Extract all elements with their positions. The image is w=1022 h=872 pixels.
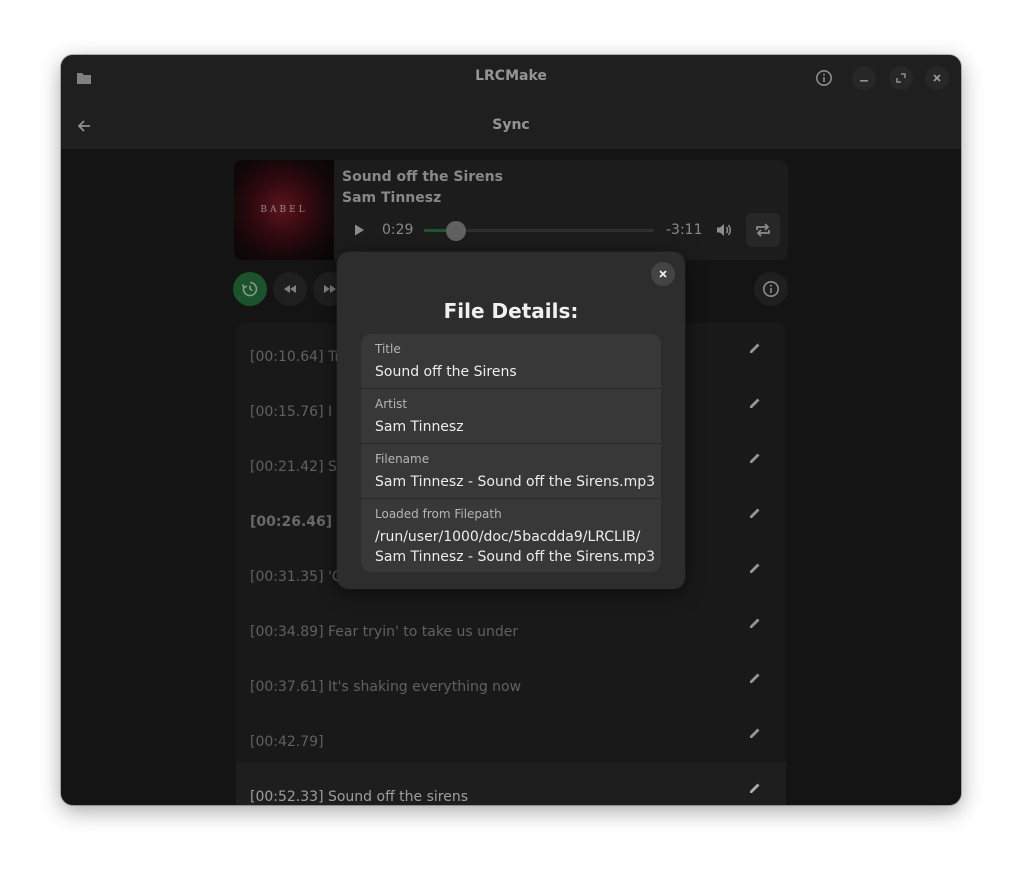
app-window: LRCMake Sync BABEL Sound off the Sirens … [61, 55, 961, 805]
file-details-dialog: File Details: Title Sound off the Sirens… [337, 252, 685, 589]
detail-label: Filename [375, 452, 430, 466]
close-icon [659, 270, 667, 278]
detail-value: /run/user/1000/doc/5bacdda9/LRCLIB/ Sam … [375, 529, 656, 565]
detail-label: Loaded from Filepath [375, 507, 502, 521]
detail-row-artist: Artist Sam Tinnesz [361, 389, 661, 444]
detail-row-filepath: Loaded from Filepath /run/user/1000/doc/… [361, 499, 661, 572]
detail-value: Sam Tinnesz - Sound off the Sirens.mp3 [375, 474, 656, 490]
detail-value: Sound off the Sirens [375, 364, 517, 380]
file-details-list: Title Sound off the Sirens Artist Sam Ti… [361, 334, 661, 572]
detail-label: Title [375, 342, 401, 356]
detail-row-title: Title Sound off the Sirens [361, 334, 661, 389]
dialog-close-button[interactable] [651, 262, 675, 286]
detail-row-filename: Filename Sam Tinnesz - Sound off the Sir… [361, 444, 661, 499]
detail-label: Artist [375, 397, 408, 411]
detail-value: Sam Tinnesz [375, 419, 464, 435]
dialog-title: File Details: [443, 299, 579, 323]
